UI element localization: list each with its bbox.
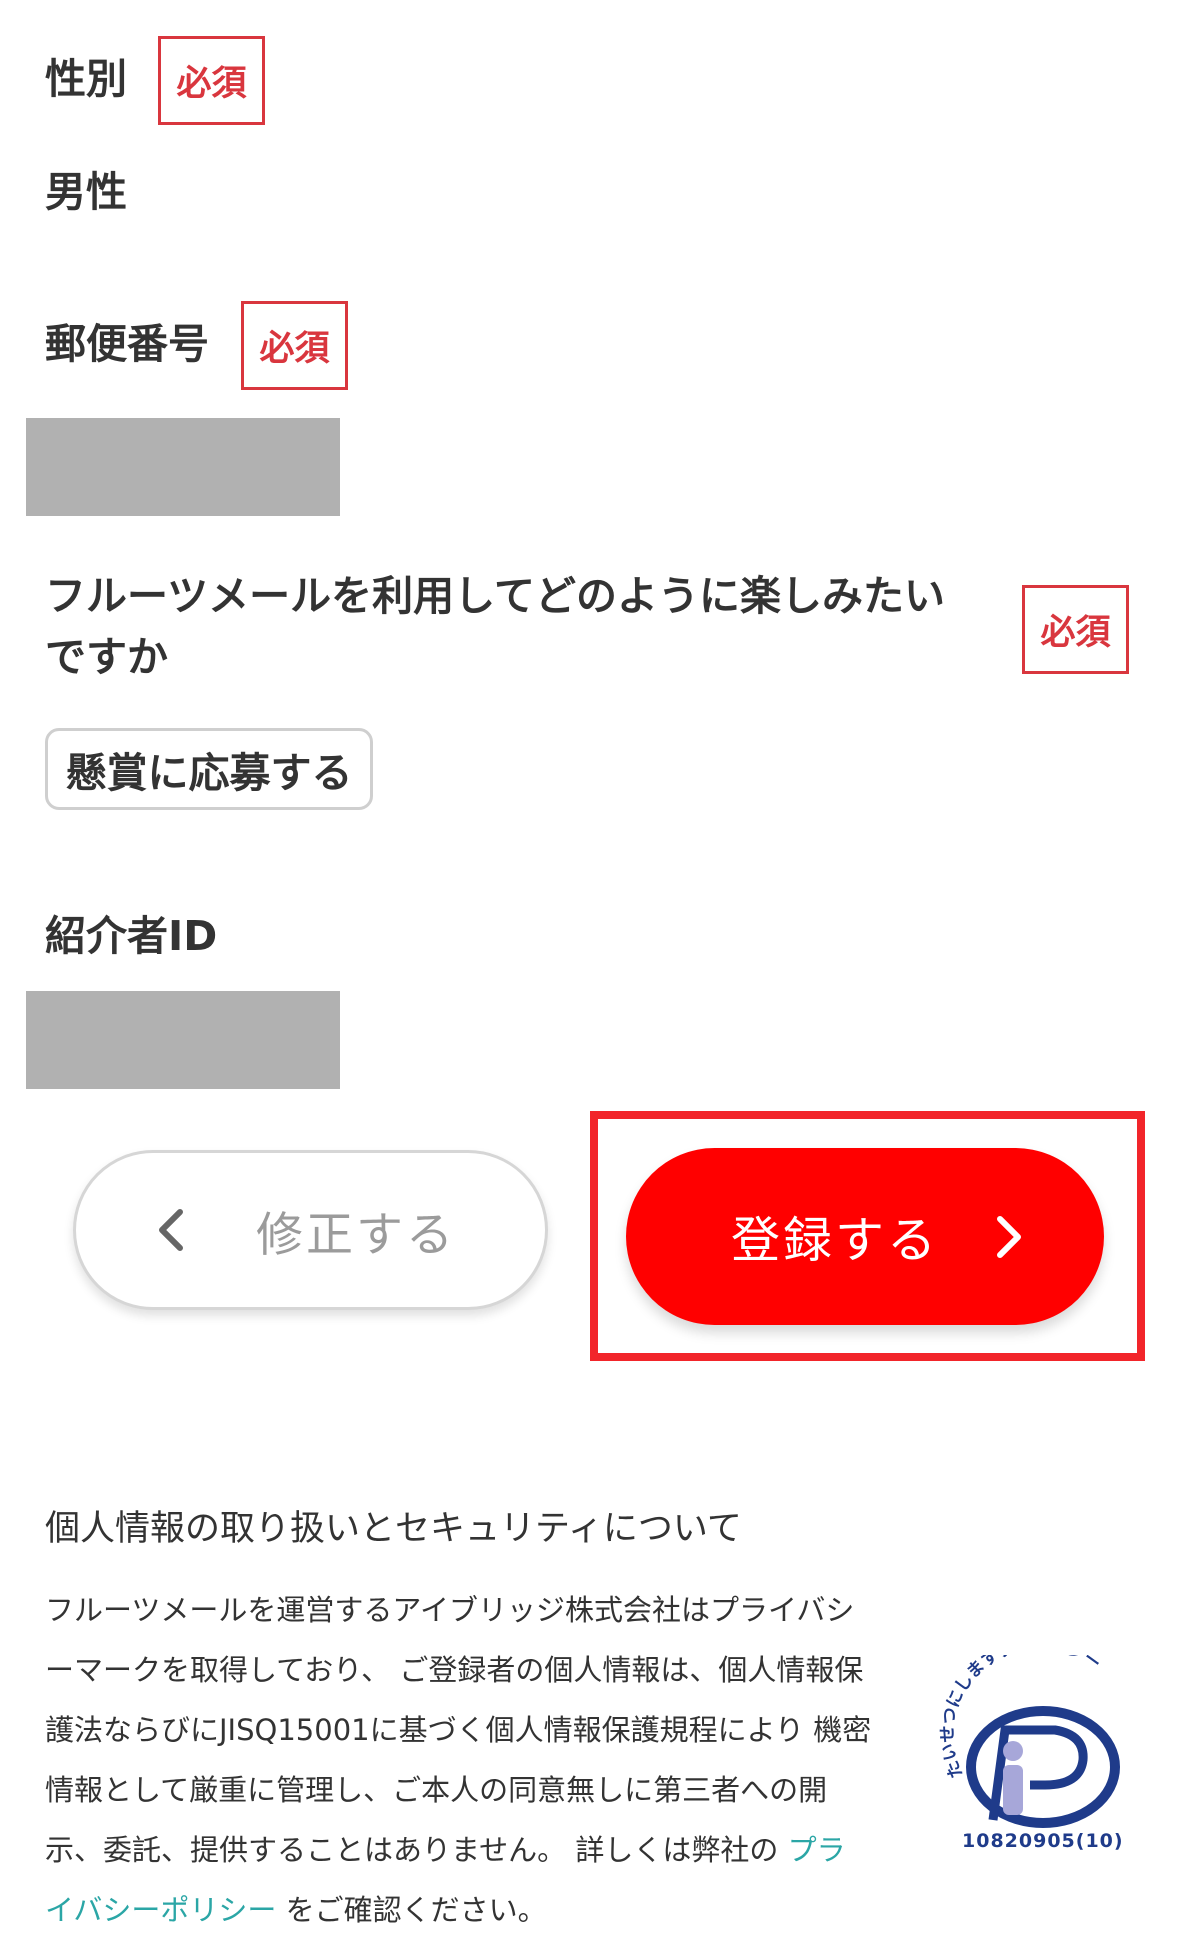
chevron-left-icon	[156, 1153, 186, 1307]
chevron-right-icon	[994, 1148, 1024, 1325]
postal-label: 郵便番号	[45, 320, 209, 368]
privacy-body-line: 示、委託、提供することはありません。 詳しくは弊社の	[45, 1833, 788, 1867]
privacy-body-line: ーマークを取得しており、 ご登録者の個人情報は、個人情報保	[45, 1653, 864, 1687]
postal-value-masked[interactable]	[26, 418, 340, 516]
required-badge-usage: 必須	[1022, 585, 1129, 674]
back-button-label: 修正する	[256, 1207, 456, 1263]
privacy-body-line-with-link: 示、委託、提供することはありません。 詳しくは弊社の プラ	[45, 1820, 895, 1880]
privacy-policy-link-part2[interactable]: イバシーポリシー	[45, 1893, 276, 1927]
usage-selected-chip[interactable]: 懸賞に応募する	[45, 728, 373, 810]
gender-label: 性別	[45, 55, 127, 103]
usage-label-line2: ですか	[45, 633, 168, 681]
privacy-mark-icon: たいせつにしますプライバシー	[938, 1634, 1120, 1828]
privacy-title: 個人情報の取り扱いとセキュリティについて	[45, 1509, 742, 1549]
privacy-body-end: をご確認ください。	[276, 1893, 547, 1927]
usage-label-line1: フルーツメールを利用してどのように楽しみたい	[45, 572, 945, 620]
required-badge-postal: 必須	[241, 301, 348, 390]
gender-value: 男性	[45, 168, 127, 216]
required-badge-gender: 必須	[158, 36, 265, 125]
privacy-body: フルーツメールを運営するアイブリッジ株式会社はプライバシ ーマークを取得しており…	[45, 1580, 895, 1940]
privacy-body-line: 護法ならびにJISQ15001に基づく個人情報保護規程により 機密	[45, 1713, 872, 1747]
referrer-value-masked[interactable]	[26, 991, 340, 1089]
privacy-body-last-line: イバシーポリシー をご確認ください。	[45, 1880, 895, 1940]
back-button[interactable]: 修正する	[73, 1150, 548, 1310]
referrer-label: 紹介者ID	[45, 912, 218, 960]
privacy-policy-link-part1[interactable]: プラ	[788, 1833, 846, 1867]
submit-button-label: 登録する	[731, 1212, 940, 1269]
privacy-body-line: 情報として厳重に管理し、ご本人の同意無しに第三者への開	[45, 1773, 828, 1807]
submit-button[interactable]: 登録する	[626, 1148, 1104, 1325]
privacy-mark-number: 10820905(10)	[962, 1830, 1124, 1852]
privacy-body-line: フルーツメールを運営するアイブリッジ株式会社はプライバシ	[45, 1593, 855, 1627]
